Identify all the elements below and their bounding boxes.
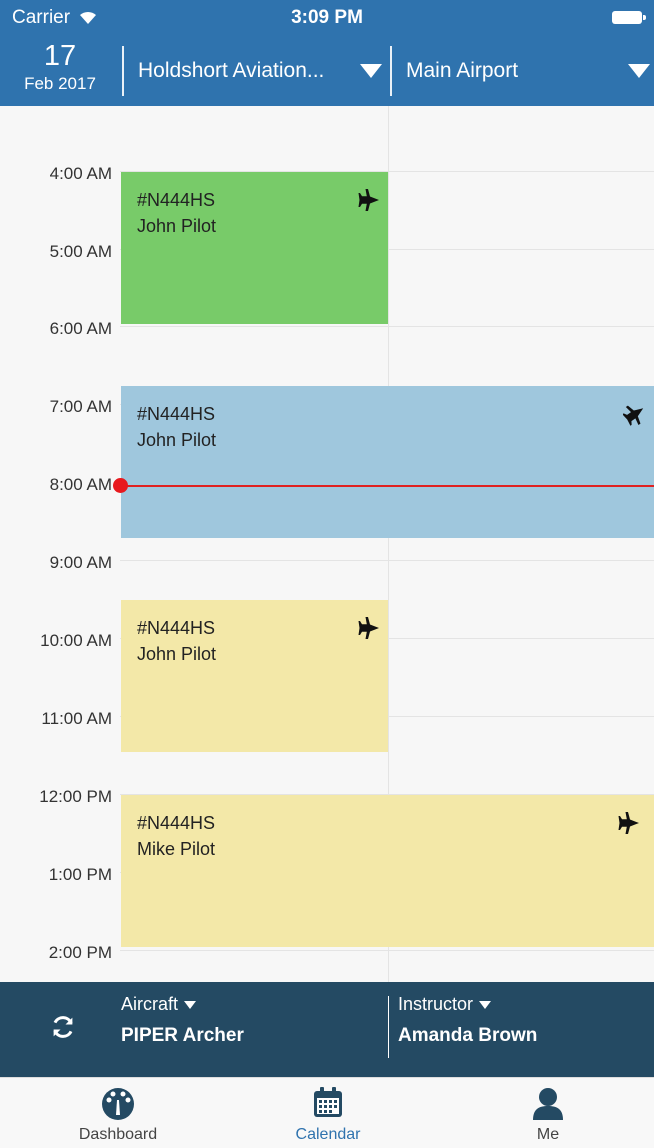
time-label: 11:00 AM <box>41 709 112 728</box>
header-divider <box>122 46 124 96</box>
event-aircraft: #N444HS <box>137 404 216 424</box>
header-divider <box>390 46 392 96</box>
tab-calendar-label: Calendar <box>295 1126 361 1143</box>
booking-event[interactable]: #N444HS John Pilot <box>121 172 388 324</box>
event-pilot: John Pilot <box>137 644 217 664</box>
user-icon <box>533 1088 563 1120</box>
filter-divider <box>388 996 389 1058</box>
airplane-icon <box>358 617 379 639</box>
current-time-line <box>120 485 654 487</box>
chevron-down-icon <box>360 64 382 78</box>
chevron-down-icon <box>628 64 650 78</box>
time-label: 9:00 AM <box>49 553 112 572</box>
top-bar: Carrier 3:09 PM 17 Feb 2017 Holdshort Av… <box>0 0 654 106</box>
booking-event[interactable]: #N444HS Mike Pilot <box>121 795 654 947</box>
hour-line <box>120 326 654 327</box>
airplane-icon <box>618 812 639 834</box>
location-dropdown[interactable]: Main Airport <box>406 46 650 96</box>
aircraft-label-text: Aircraft <box>121 994 179 1014</box>
tab-dashboard-label: Dashboard <box>78 1126 158 1143</box>
battery-icon <box>612 11 646 24</box>
time-label: 12:00 PM <box>39 787 112 806</box>
time-label: 1:00 PM <box>48 865 112 884</box>
chevron-down-icon <box>479 1000 492 1009</box>
event-pilot: John Pilot <box>137 216 217 236</box>
event-pilot: John Pilot <box>137 430 217 450</box>
time-label: 4:00 AM <box>49 164 112 183</box>
time-label: 10:00 AM <box>40 631 112 650</box>
organization-label: Holdshort Aviation... <box>138 59 325 82</box>
refresh-icon[interactable] <box>48 1012 78 1042</box>
chevron-down-icon <box>184 1000 197 1009</box>
tab-dashboard[interactable]: Dashboard <box>38 1078 198 1148</box>
status-bar: Carrier 3:09 PM <box>0 0 654 36</box>
calendar-icon <box>314 1087 342 1117</box>
tab-me[interactable]: Me <box>468 1078 628 1148</box>
tab-me-label: Me <box>536 1126 560 1143</box>
instructor-label-text: Instructor <box>398 994 474 1014</box>
time-label: 5:00 AM <box>49 242 112 261</box>
calendar-day-view[interactable]: 4:00 AM 5:00 AM 6:00 AM 7:00 AM 8:00 AM … <box>0 106 654 982</box>
organization-dropdown[interactable]: Holdshort Aviation... <box>138 46 382 96</box>
date-day: 17 <box>43 40 77 72</box>
time-label: 7:00 AM <box>49 397 112 416</box>
tab-bar: Dashboard Calendar Me <box>0 1077 654 1148</box>
tab-calendar[interactable]: Calendar <box>248 1078 408 1148</box>
instructor-filter[interactable]: Instructor Amanda Brown <box>398 994 537 1047</box>
current-time-dot <box>113 478 128 493</box>
booking-event[interactable]: #N444HS John Pilot <box>121 386 654 538</box>
aircraft-filter[interactable]: Aircraft PIPER Archer <box>121 994 244 1047</box>
booking-event[interactable]: #N444HS John Pilot <box>121 600 388 752</box>
time-label: 8:00 AM <box>49 475 112 494</box>
time-label: 2:00 PM <box>48 943 112 962</box>
date-month-year: Feb 2017 <box>24 74 96 93</box>
airplane-takeoff-icon <box>623 405 644 426</box>
event-aircraft: #N444HS <box>137 190 216 210</box>
dashboard-gauge-icon <box>102 1088 134 1120</box>
instructor-filter-label: Instructor <box>398 994 537 1015</box>
airplane-icon <box>358 189 379 211</box>
aircraft-filter-label: Aircraft <box>121 994 244 1015</box>
date-picker[interactable]: 17 Feb 2017 <box>0 40 120 104</box>
location-label: Main Airport <box>406 59 519 82</box>
time-label: 6:00 AM <box>49 319 112 338</box>
hour-line <box>120 560 654 561</box>
event-aircraft: #N444HS <box>137 813 216 833</box>
hour-line <box>120 950 654 951</box>
instructor-filter-value: Amanda Brown <box>398 1025 538 1046</box>
filter-bar: Aircraft PIPER Archer Instructor Amanda … <box>0 982 654 1077</box>
status-time: 3:09 PM <box>291 7 363 28</box>
event-aircraft: #N444HS <box>137 618 216 638</box>
event-pilot: Mike Pilot <box>137 839 216 859</box>
aircraft-filter-value: PIPER Archer <box>121 1025 244 1046</box>
